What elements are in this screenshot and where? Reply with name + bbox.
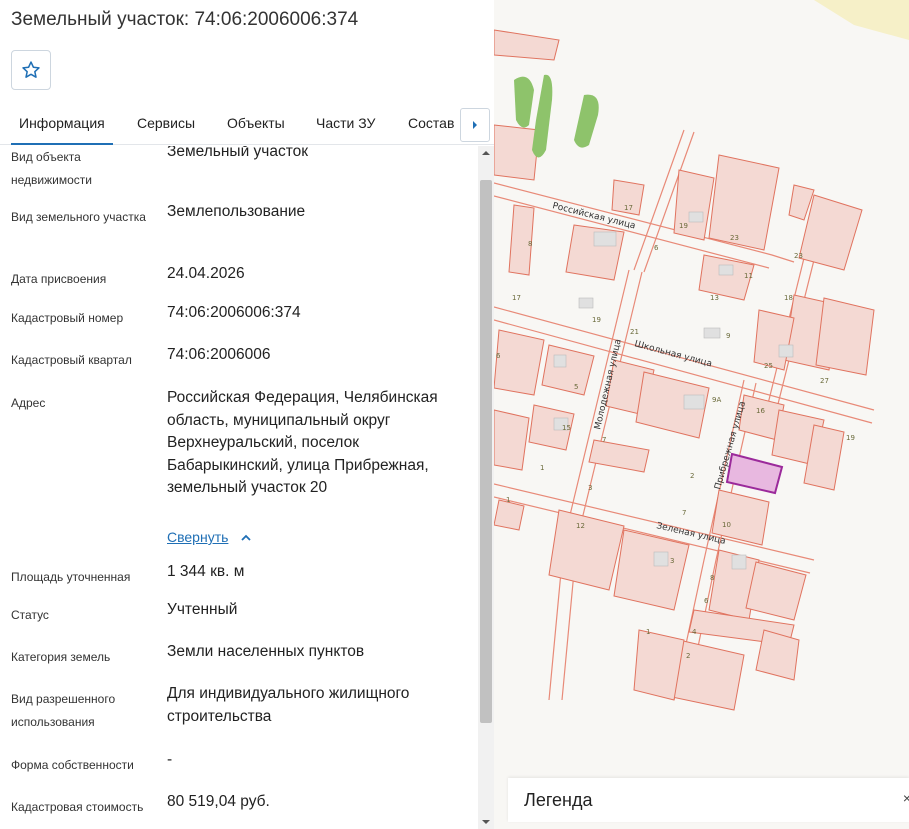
tab-parts[interactable]: Части ЗУ	[316, 115, 375, 131]
field-label: Вид земельного участка	[11, 210, 146, 224]
house-number-label: 5	[574, 383, 578, 391]
field-label: Кадастровый номер	[11, 311, 124, 325]
house-number-label: 19	[846, 434, 855, 442]
page-title: Земельный участок: 74:06:2006006:374	[11, 9, 359, 30]
house-number-label: 2	[690, 472, 694, 480]
field-label: Статус	[11, 608, 49, 622]
house-number-label: 9	[726, 332, 730, 340]
field-value: -	[167, 751, 173, 768]
field-label: Форма собственности	[11, 758, 134, 772]
field-value: Для индивидуального жилищного строительс…	[167, 685, 410, 725]
field-label: Вид разрешенного использования	[11, 692, 116, 729]
house-number-label: 18	[784, 294, 793, 302]
field-value: 74:06:2006006:374	[167, 304, 301, 321]
tab-objects[interactable]: Объекты	[227, 115, 285, 131]
house-number-label: 8	[528, 240, 532, 248]
house-number-label: 13	[710, 294, 719, 302]
field-value: 1 344 кв. м	[167, 563, 245, 580]
info-panel: Земельный участок: 74:06:2006006:374 Инф…	[0, 0, 494, 829]
field-value: Учтенный	[167, 601, 238, 618]
house-number-label: 6	[654, 244, 659, 252]
house-number-label: 19	[592, 316, 601, 324]
field-label: Адрес	[11, 396, 46, 410]
house-number-label: 2	[686, 652, 690, 660]
caret-down-icon	[482, 820, 490, 824]
house-number-label: 12	[576, 522, 585, 530]
chevron-up-icon[interactable]	[239, 531, 253, 545]
scroll-down-arrow[interactable]	[478, 815, 494, 829]
house-number-label: 6	[496, 352, 501, 360]
house-number-label: 1	[540, 464, 544, 472]
favorite-button[interactable]	[11, 50, 51, 90]
house-number-label: 15	[562, 424, 571, 432]
house-number-label: 7	[602, 436, 606, 444]
house-number-label: 21	[630, 328, 639, 336]
tab-composition[interactable]: Состав	[408, 115, 454, 131]
attributes-list: Вид объекта недвижимости Земельный участ…	[0, 146, 478, 829]
tab-bar: Информация Сервисы Объекты Части ЗУ Сост…	[0, 103, 494, 145]
map-view[interactable]: Российская улица Школьная улица Молодежн…	[494, 0, 909, 829]
legend-close-button[interactable]: ×	[903, 790, 909, 806]
scroll-up-arrow[interactable]	[478, 146, 494, 160]
field-value: Российская Федерация, Челябинская област…	[167, 389, 438, 496]
house-number-label: 10	[722, 521, 731, 529]
scrollbar[interactable]	[478, 146, 494, 829]
field-value: 74:06:2006006	[167, 346, 271, 363]
tab-information[interactable]: Информация	[11, 115, 113, 145]
field-label: Вид объекта недвижимости	[11, 150, 92, 187]
caret-right-icon	[473, 121, 477, 129]
caret-up-icon	[482, 151, 490, 155]
house-number-label: 8	[710, 574, 714, 582]
field-value: 24.04.2026	[167, 265, 245, 282]
house-number-label: 17	[624, 204, 633, 212]
house-number-label: 3	[670, 557, 674, 565]
legend-title: Легенда	[524, 790, 593, 810]
house-number-label: 6	[704, 597, 709, 605]
star-icon	[22, 61, 40, 78]
house-number-label: 27	[820, 377, 829, 385]
house-number-label: 4	[692, 628, 697, 636]
scroll-thumb[interactable]	[480, 180, 492, 723]
house-number-label: 17	[512, 294, 521, 302]
collapse-link[interactable]: Свернуть	[167, 529, 228, 545]
field-value: Земельный участок	[167, 146, 309, 160]
field-label: Дата присвоения	[11, 272, 107, 286]
house-number-label: 7	[682, 509, 686, 517]
house-number-label: 19	[679, 222, 688, 230]
field-label: Площадь уточненная	[11, 570, 131, 584]
field-label: Кадастровая стоимость	[11, 800, 144, 814]
field-value: Землепользование	[167, 203, 306, 220]
house-number-label: 1	[646, 628, 650, 636]
house-number-label: 11	[744, 272, 753, 280]
house-number-label: 23	[794, 252, 803, 260]
field-value: 80 519,04 руб.	[167, 793, 270, 810]
tabs-scroll-right-button[interactable]	[460, 108, 490, 142]
tab-services[interactable]: Сервисы	[137, 115, 195, 131]
house-number-label: 23	[730, 234, 739, 242]
field-label: Кадастровый квартал	[11, 353, 132, 367]
legend-panel[interactable]: Легенда ×	[508, 778, 909, 822]
house-number-label: 9А	[712, 396, 721, 404]
field-value: Земли населенных пунктов	[167, 643, 365, 660]
house-number-label: 25	[764, 362, 773, 370]
house-number-label: 3	[588, 484, 592, 492]
map-canvas[interactable]: Российская улица Школьная улица Молодежн…	[494, 0, 909, 829]
field-label: Категория земель	[11, 650, 111, 664]
house-number-label: 16	[756, 407, 765, 415]
